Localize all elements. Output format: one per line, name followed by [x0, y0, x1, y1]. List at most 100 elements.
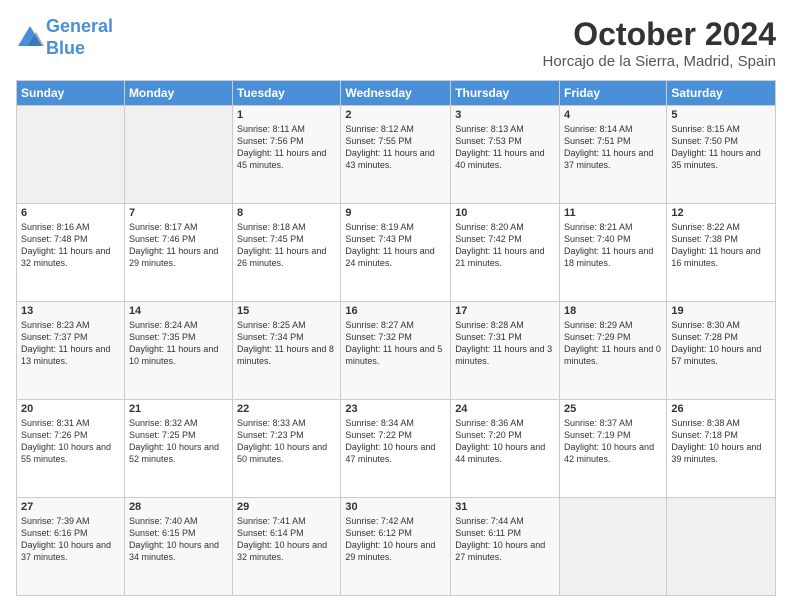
day-number: 25 [564, 403, 662, 415]
header-thursday: Thursday [451, 81, 560, 106]
calendar-cell [124, 106, 232, 204]
day-number: 10 [455, 207, 555, 219]
day-number: 20 [21, 403, 120, 415]
logo-line2: Blue [46, 38, 85, 58]
day-number: 6 [21, 207, 120, 219]
day-number: 29 [237, 501, 336, 513]
day-info: Sunrise: 8:25 AM Sunset: 7:34 PM Dayligh… [237, 319, 336, 368]
day-number: 9 [345, 207, 446, 219]
day-number: 27 [21, 501, 120, 513]
week-row-4: 27Sunrise: 7:39 AM Sunset: 6:16 PM Dayli… [17, 498, 776, 596]
day-info: Sunrise: 8:32 AM Sunset: 7:25 PM Dayligh… [129, 417, 228, 466]
day-info: Sunrise: 8:28 AM Sunset: 7:31 PM Dayligh… [455, 319, 555, 368]
calendar-cell: 27Sunrise: 7:39 AM Sunset: 6:16 PM Dayli… [17, 498, 125, 596]
day-info: Sunrise: 8:15 AM Sunset: 7:50 PM Dayligh… [671, 123, 771, 172]
day-info: Sunrise: 7:41 AM Sunset: 6:14 PM Dayligh… [237, 515, 336, 564]
calendar-cell: 5 Sunrise: 8:15 AM Sunset: 7:50 PM Daylig… [667, 106, 776, 204]
header-friday: Friday [560, 81, 667, 106]
header: General Blue October 2024 Horcajo de la … [16, 16, 776, 70]
logo-icon [16, 24, 44, 52]
day-number: 21 [129, 403, 228, 415]
calendar-cell: 13Sunrise: 8:23 AM Sunset: 7:37 PM Dayli… [17, 302, 125, 400]
day-info: Sunrise: 8:14 AM Sunset: 7:51 PM Dayligh… [564, 123, 662, 172]
week-row-1: 6 Sunrise: 8:16 AM Sunset: 7:48 PM Daylig… [17, 204, 776, 302]
day-info: Sunrise: 8:22 AM Sunset: 7:38 PM Dayligh… [671, 221, 771, 270]
day-info: Sunrise: 8:31 AM Sunset: 7:26 PM Dayligh… [21, 417, 120, 466]
calendar-cell: 24Sunrise: 8:36 AM Sunset: 7:20 PM Dayli… [451, 400, 560, 498]
day-number: 8 [237, 207, 336, 219]
calendar-cell [560, 498, 667, 596]
calendar-cell: 2Sunrise: 8:12 AM Sunset: 7:55 PM Daylig… [341, 106, 451, 204]
calendar-cell: 28Sunrise: 7:40 AM Sunset: 6:15 PM Dayli… [124, 498, 232, 596]
header-monday: Monday [124, 81, 232, 106]
day-info: Sunrise: 7:42 AM Sunset: 6:12 PM Dayligh… [345, 515, 446, 564]
day-number: 2 [345, 109, 446, 121]
day-number: 18 [564, 305, 662, 317]
calendar-cell: 19Sunrise: 8:30 AM Sunset: 7:28 PM Dayli… [667, 302, 776, 400]
day-info: Sunrise: 8:33 AM Sunset: 7:23 PM Dayligh… [237, 417, 336, 466]
day-number: 31 [455, 501, 555, 513]
day-number: 16 [345, 305, 446, 317]
day-info: Sunrise: 8:24 AM Sunset: 7:35 PM Dayligh… [129, 319, 228, 368]
day-info: Sunrise: 8:21 AM Sunset: 7:40 PM Dayligh… [564, 221, 662, 270]
day-info: Sunrise: 8:36 AM Sunset: 7:20 PM Dayligh… [455, 417, 555, 466]
header-wednesday: Wednesday [341, 81, 451, 106]
calendar-cell: 10 Sunrise: 8:20 AM Sunset: 7:42 PM Dayli… [451, 204, 560, 302]
calendar-cell: 17 Sunrise: 8:28 AM Sunset: 7:31 PM Dayli… [451, 302, 560, 400]
week-row-2: 13Sunrise: 8:23 AM Sunset: 7:37 PM Dayli… [17, 302, 776, 400]
calendar-cell: 23 Sunrise: 8:34 AM Sunset: 7:22 PM Dayli… [341, 400, 451, 498]
calendar-cell: 7 Sunrise: 8:17 AM Sunset: 7:46 PM Daylig… [124, 204, 232, 302]
calendar-cell: 4Sunrise: 8:14 AM Sunset: 7:51 PM Daylig… [560, 106, 667, 204]
day-number: 5 [671, 109, 771, 121]
calendar-cell: 20 Sunrise: 8:31 AM Sunset: 7:26 PM Dayli… [17, 400, 125, 498]
day-number: 22 [237, 403, 336, 415]
day-number: 11 [564, 207, 662, 219]
calendar-cell: 18 Sunrise: 8:29 AM Sunset: 7:29 PM Dayli… [560, 302, 667, 400]
calendar-cell: 11 Sunrise: 8:21 AM Sunset: 7:40 PM Dayli… [560, 204, 667, 302]
header-sunday: Sunday [17, 81, 125, 106]
page: General Blue October 2024 Horcajo de la … [0, 0, 792, 612]
day-number: 7 [129, 207, 228, 219]
day-number: 14 [129, 305, 228, 317]
day-number: 12 [671, 207, 771, 219]
calendar-cell: 9 Sunrise: 8:19 AM Sunset: 7:43 PM Daylig… [341, 204, 451, 302]
calendar-cell: 14 Sunrise: 8:24 AM Sunset: 7:35 PM Dayli… [124, 302, 232, 400]
calendar-cell: 12 Sunrise: 8:22 AM Sunset: 7:38 PM Dayli… [667, 204, 776, 302]
day-info: Sunrise: 8:23 AM Sunset: 7:37 PM Dayligh… [21, 319, 120, 368]
day-number: 30 [345, 501, 446, 513]
day-info: Sunrise: 8:19 AM Sunset: 7:43 PM Dayligh… [345, 221, 446, 270]
day-info: Sunrise: 8:17 AM Sunset: 7:46 PM Dayligh… [129, 221, 228, 270]
day-info: Sunrise: 8:20 AM Sunset: 7:42 PM Dayligh… [455, 221, 555, 270]
day-info: Sunrise: 8:27 AM Sunset: 7:32 PM Dayligh… [345, 319, 446, 368]
logo-line1: General [46, 16, 113, 36]
day-number: 17 [455, 305, 555, 317]
calendar-table: SundayMondayTuesdayWednesdayThursdayFrid… [16, 80, 776, 596]
day-info: Sunrise: 8:29 AM Sunset: 7:29 PM Dayligh… [564, 319, 662, 368]
calendar-cell: 8Sunrise: 8:18 AM Sunset: 7:45 PM Daylig… [233, 204, 341, 302]
day-info: Sunrise: 8:38 AM Sunset: 7:18 PM Dayligh… [671, 417, 771, 466]
calendar-header-row: SundayMondayTuesdayWednesdayThursdayFrid… [17, 81, 776, 106]
day-number: 1 [237, 109, 336, 121]
calendar-cell [17, 106, 125, 204]
week-row-0: 1 Sunrise: 8:11 AM Sunset: 7:56 PM Daylig… [17, 106, 776, 204]
calendar-cell: 30 Sunrise: 7:42 AM Sunset: 6:12 PM Dayli… [341, 498, 451, 596]
day-number: 23 [345, 403, 446, 415]
header-tuesday: Tuesday [233, 81, 341, 106]
calendar-cell: 25 Sunrise: 8:37 AM Sunset: 7:19 PM Dayli… [560, 400, 667, 498]
calendar-cell: 16 Sunrise: 8:27 AM Sunset: 7:32 PM Dayli… [341, 302, 451, 400]
calendar-cell: 6 Sunrise: 8:16 AM Sunset: 7:48 PM Daylig… [17, 204, 125, 302]
week-row-3: 20 Sunrise: 8:31 AM Sunset: 7:26 PM Dayli… [17, 400, 776, 498]
day-info: Sunrise: 8:11 AM Sunset: 7:56 PM Dayligh… [237, 123, 336, 172]
month-title: October 2024 [543, 16, 776, 53]
header-saturday: Saturday [667, 81, 776, 106]
calendar-cell: 3Sunrise: 8:13 AM Sunset: 7:53 PM Daylig… [451, 106, 560, 204]
calendar-cell [667, 498, 776, 596]
day-info: Sunrise: 8:37 AM Sunset: 7:19 PM Dayligh… [564, 417, 662, 466]
calendar-cell: 21 Sunrise: 8:32 AM Sunset: 7:25 PM Dayli… [124, 400, 232, 498]
calendar-cell: 29 Sunrise: 7:41 AM Sunset: 6:14 PM Dayli… [233, 498, 341, 596]
day-number: 28 [129, 501, 228, 513]
day-info: Sunrise: 8:34 AM Sunset: 7:22 PM Dayligh… [345, 417, 446, 466]
day-number: 15 [237, 305, 336, 317]
day-info: Sunrise: 8:13 AM Sunset: 7:53 PM Dayligh… [455, 123, 555, 172]
day-info: Sunrise: 8:16 AM Sunset: 7:48 PM Dayligh… [21, 221, 120, 270]
